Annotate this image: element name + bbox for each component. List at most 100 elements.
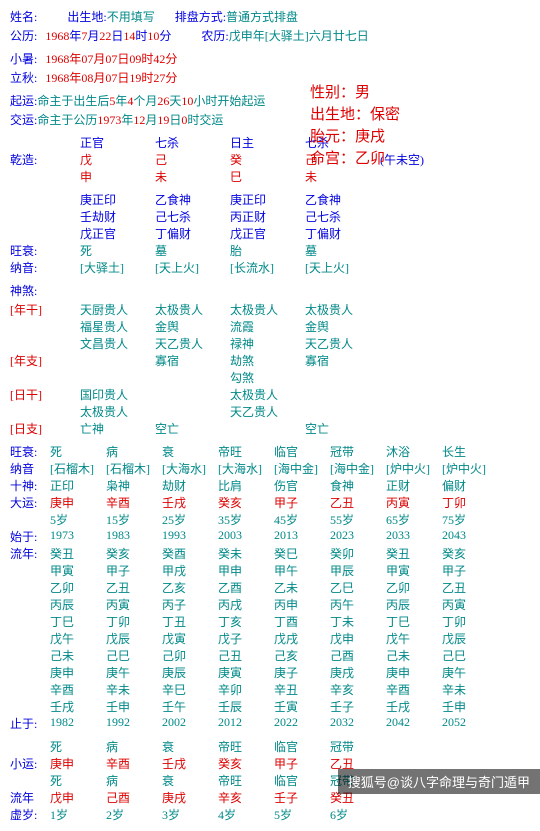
- row-cell: 丁巳: [386, 613, 442, 630]
- row-cell: 庚辰: [162, 664, 218, 681]
- name-label: 姓名:: [10, 8, 37, 25]
- row-cell: 丁亥: [218, 613, 274, 630]
- row-label: 十神:: [10, 477, 50, 494]
- row-cell: 衰: [162, 772, 218, 789]
- row-cell: 3岁: [162, 806, 218, 823]
- row-cell: 沐浴: [386, 443, 442, 460]
- shensha-cell: 太极贵人: [230, 301, 305, 318]
- sex-label: 性别：: [310, 85, 355, 101]
- row-cell: [炉中火]: [442, 460, 498, 477]
- row-cell: 己未: [50, 647, 106, 664]
- shensha-cell: [305, 403, 380, 420]
- row-cell: 癸卯: [330, 545, 386, 562]
- row-cell: 壬子: [330, 698, 386, 715]
- row-cell: 2023: [330, 528, 386, 545]
- row-cell: 辛酉: [106, 755, 162, 772]
- row-cell: 癸亥: [106, 545, 162, 562]
- row-cell: 辛卯: [218, 681, 274, 698]
- row-cell: 辛酉: [386, 681, 442, 698]
- shensha-cell: [155, 386, 230, 403]
- row-cell: 丙辰: [50, 596, 106, 613]
- taiyuan-label: 胎元：: [310, 129, 355, 145]
- row-cell: 正财: [386, 477, 442, 494]
- shensha-cell: [230, 420, 305, 437]
- nongli: 戊申年[大驿土]六月廿七日: [229, 27, 369, 44]
- row-cell: [海中金]: [274, 460, 330, 477]
- row-cell: 丙寅: [106, 596, 162, 613]
- row-label: 纳音: [10, 460, 50, 477]
- row-cell: 临官: [274, 738, 330, 755]
- row-cell: 临官: [274, 772, 330, 789]
- shensha-cell: 劫煞: [230, 352, 305, 369]
- canggan-cell: 戊正官: [80, 225, 155, 242]
- row-cell: 4岁: [218, 806, 274, 823]
- row-cell: 癸未: [218, 545, 274, 562]
- row-cell: 乙丑: [442, 579, 498, 596]
- shensha-cell: 国印贵人: [80, 386, 155, 403]
- row-cell: 2042: [386, 715, 442, 732]
- canggan-cell: 乙食神: [155, 191, 230, 208]
- row-cell: 壬午: [162, 698, 218, 715]
- row-cell: 丙寅: [386, 494, 442, 511]
- row-label: 流年: [10, 789, 50, 806]
- shensha-cell: [305, 369, 380, 386]
- row-cell: 劫财: [162, 477, 218, 494]
- row-cell: 2033: [386, 528, 442, 545]
- row-cell: 己巳: [442, 647, 498, 664]
- shensha-label: 神煞:: [10, 282, 37, 299]
- row-cell: 己丑: [218, 647, 274, 664]
- qianzao-label: 乾造:: [10, 151, 80, 168]
- shensha-cell: 文昌贵人: [80, 335, 155, 352]
- row-label: 虚岁:: [10, 806, 50, 823]
- row-cell: 戊戌: [274, 630, 330, 647]
- row-cell: 35岁: [218, 511, 274, 528]
- row-cell: 戊寅: [162, 630, 218, 647]
- row-cell: [海中金]: [330, 460, 386, 477]
- row-label: 旺衰:: [10, 443, 50, 460]
- row-cell: 丙午: [330, 596, 386, 613]
- shensha-cell: 天厨贵人: [80, 301, 155, 318]
- row-cell: 戊辰: [442, 630, 498, 647]
- shensha-cell: 空亡: [155, 420, 230, 437]
- birthplace: 不用填写: [107, 8, 155, 25]
- row-cell: 1983: [106, 528, 162, 545]
- row-cell: 戊午: [386, 630, 442, 647]
- canggan-cell: 丙正财: [230, 208, 305, 225]
- row-cell: 1993: [162, 528, 218, 545]
- row-cell: 辛巳: [162, 681, 218, 698]
- shensha-cell: 天乙贵人: [230, 403, 305, 420]
- row-label: [10, 579, 50, 596]
- row-cell: 戊辰: [106, 630, 162, 647]
- shensha-cell: 太极贵人: [155, 301, 230, 318]
- row-cell: 辛丑: [274, 681, 330, 698]
- shensha-cell: [155, 369, 230, 386]
- row-cell: 辛亥: [218, 789, 274, 806]
- row-cell: 己未: [386, 647, 442, 664]
- row-cell: 庚申: [50, 755, 106, 772]
- row-cell: 丁巳: [50, 613, 106, 630]
- row-cell: 乙卯: [50, 579, 106, 596]
- wangshuai-label: 旺衰:: [10, 242, 80, 259]
- shensha-cell: [305, 386, 380, 403]
- row-cell: 丁卯: [442, 494, 498, 511]
- row-label: [10, 738, 50, 755]
- row-cell: 丙戌: [218, 596, 274, 613]
- row-cell: 帝旺: [218, 772, 274, 789]
- row-label: 流年:: [10, 545, 50, 562]
- row-cell: 丁未: [330, 613, 386, 630]
- birthplace-label: 出生地:: [67, 8, 106, 25]
- row-cell: 庚寅: [218, 664, 274, 681]
- row-cell: 戊申: [50, 789, 106, 806]
- row-cell: 病: [106, 443, 162, 460]
- row-cell: 癸亥: [218, 755, 274, 772]
- canggan-cell: 己七杀: [155, 208, 230, 225]
- shensha-sublabel: [日支]: [10, 420, 80, 437]
- row-label: [10, 664, 50, 681]
- canggan-cell: 壬劫财: [80, 208, 155, 225]
- row-cell: 甲子: [442, 562, 498, 579]
- row-cell: 己亥: [274, 647, 330, 664]
- row-cell: 1岁: [50, 806, 106, 823]
- row-cell: [大海水]: [162, 460, 218, 477]
- xiaoshu: 1968年07月07日09时42分: [45, 50, 177, 67]
- row-cell: 乙卯: [386, 579, 442, 596]
